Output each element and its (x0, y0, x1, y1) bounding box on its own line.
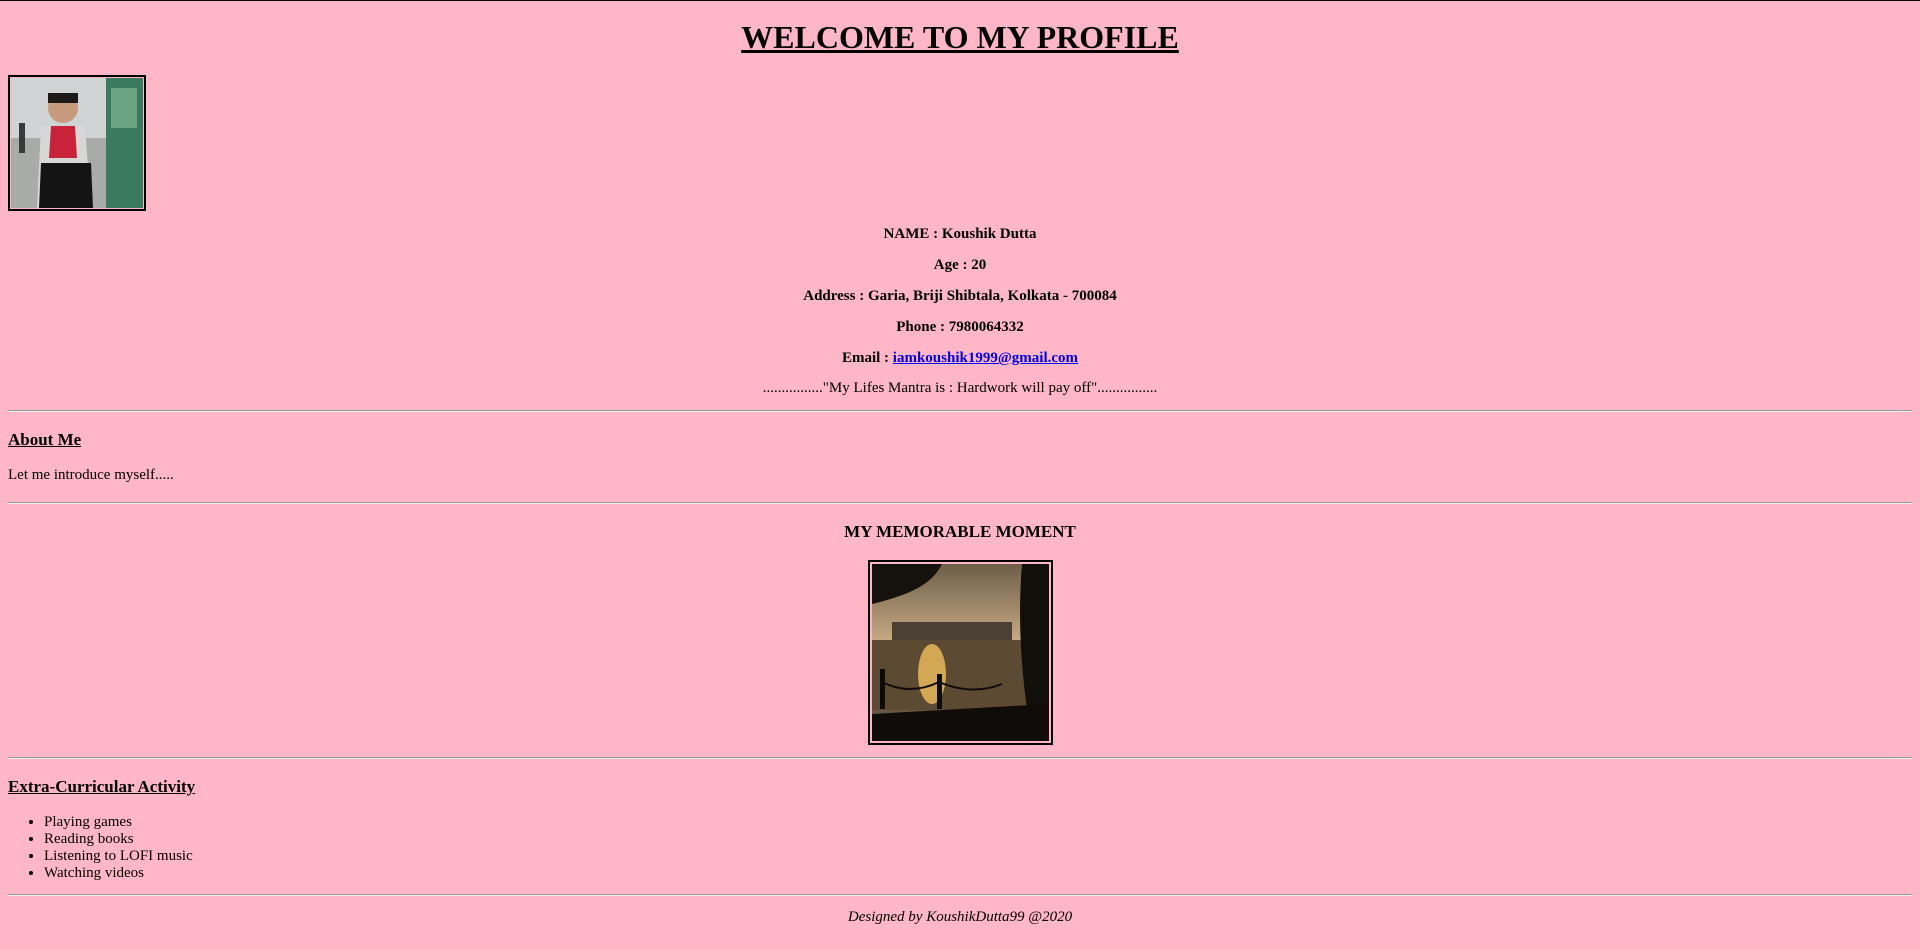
profile-phone: Phone : 7980064332 (896, 319, 1024, 335)
about-text: Let me introduce myself..... (8, 467, 174, 483)
page-title: WELCOME TO MY PROFILE (741, 19, 1179, 55)
divider (8, 894, 1912, 896)
divider (8, 757, 1912, 759)
memorable-moment-image (871, 564, 1049, 741)
profile-email-row: Email : iamkoushik1999@gmail.com (8, 343, 1912, 374)
profile-age: Age : 20 (933, 257, 987, 273)
list-item: Listening to LOFI music (44, 848, 1912, 865)
memorable-moment-heading: MY MEMORABLE MOMENT (844, 522, 1076, 541)
list-item: Playing games (44, 814, 1912, 831)
email-link[interactable]: iamkoushik1999@gmail.com (893, 350, 1078, 366)
divider (8, 410, 1912, 412)
memorable-moment-photo (867, 560, 1053, 745)
profile-photo-image (11, 78, 143, 208)
list-item: Watching videos (44, 865, 1912, 882)
divider (8, 502, 1912, 504)
activities-list: Playing games Reading books Listening to… (8, 814, 1912, 882)
about-heading: About Me (8, 430, 82, 449)
list-item: Reading books (44, 831, 1912, 848)
life-mantra: ................"My Lifes Mantra is : Ha… (762, 380, 1158, 396)
profile-info: NAME : Koushik Dutta Age : 20 Address : … (8, 219, 1912, 374)
footer-credit: Designed by KoushikDutta99 @2020 (847, 909, 1073, 925)
activities-heading: Extra-Curricular Activity (8, 777, 196, 796)
memorable-moment-photo-wrap (8, 560, 1912, 745)
profile-name: NAME : Koushik Dutta (883, 226, 1037, 242)
page: WELCOME TO MY PROFILE NAME : Koushik Dut… (0, 19, 1920, 926)
profile-address: Address : Garia, Briji Shibtala, Kolkata… (803, 288, 1117, 304)
profile-email-label: Email : (841, 350, 893, 366)
profile-photo (8, 75, 146, 211)
